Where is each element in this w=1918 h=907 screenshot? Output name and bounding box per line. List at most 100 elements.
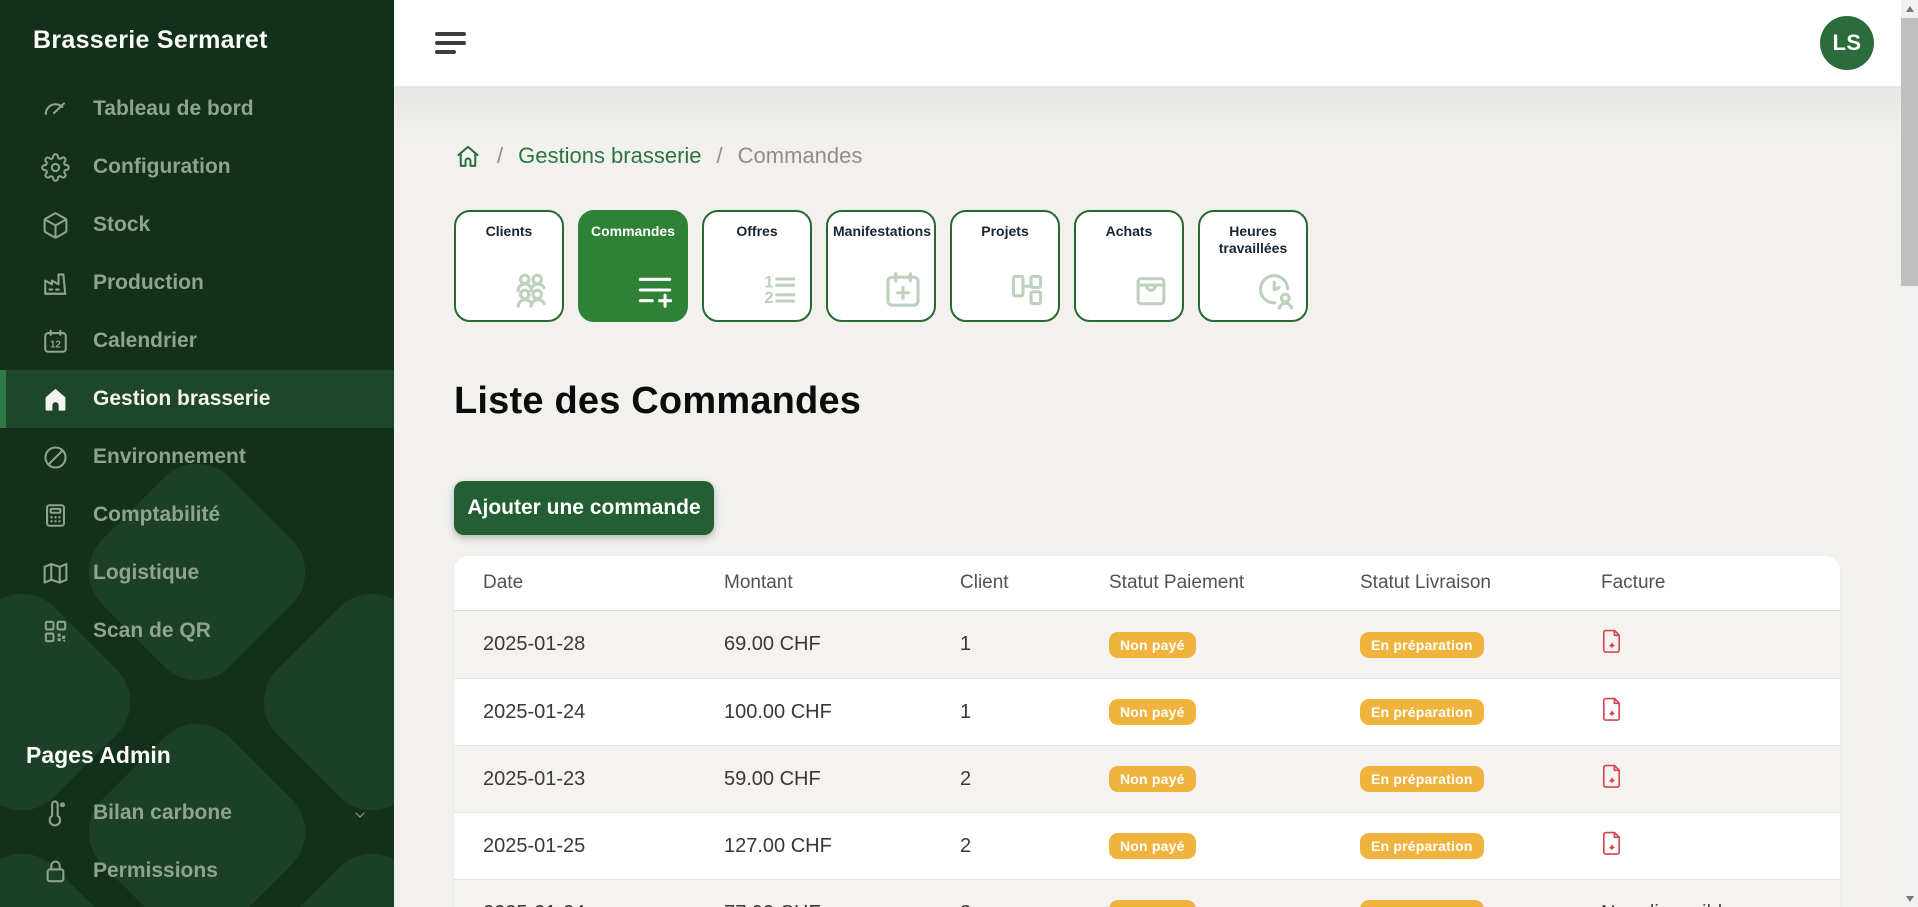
order-row: 2025-01-25127.00 CHF2Non payéEn préparat…	[454, 812, 1840, 879]
order-payment-cell: Non payé	[1080, 699, 1331, 725]
payment-status-badge: Non payé	[1109, 900, 1196, 907]
sidebar-item-gestion-brasserie[interactable]: Gestion brasserie	[0, 370, 394, 428]
breadcrumb-current: Commandes	[738, 143, 863, 169]
tab-label: Offres	[704, 223, 810, 240]
svg-text:2: 2	[764, 289, 773, 307]
sidebar: Brasserie Sermaret Tableau de bordConfig…	[0, 0, 394, 907]
order-date-cell: 2025-01-28	[454, 633, 695, 656]
sidebar-item-logistique[interactable]: Logistique	[0, 544, 394, 602]
sidebar-item-tableau-de-bord[interactable]: Tableau de bord	[0, 80, 394, 138]
sidebar-item-label: Scan de QR	[93, 619, 211, 643]
home-filled-icon	[41, 385, 70, 414]
sidebar-item-calendrier[interactable]: 12 Calendrier	[0, 312, 394, 370]
sidebar-item-comptabilite[interactable]: Comptabilité	[0, 486, 394, 544]
order-date-cell: 2025-01-25	[454, 835, 695, 858]
avatar[interactable]: LS	[1820, 16, 1874, 70]
brand-title: Brasserie Sermaret	[0, 0, 394, 55]
admin-section-label: Pages Admin	[0, 726, 394, 784]
main-area: LS / Gestions brasserie / Commandes Clie…	[394, 0, 1918, 907]
tab-label: Manifestations	[828, 223, 934, 240]
tab-projets[interactable]: Projets	[950, 210, 1060, 322]
sidebar-item-label: Stock	[93, 213, 150, 237]
header-date: Date	[454, 572, 695, 594]
header-statut-livraison: Statut Livraison	[1331, 572, 1572, 594]
order-invoice-cell: Non disponible	[1572, 902, 1840, 907]
delivery-status-badge: En préparation	[1360, 766, 1484, 792]
sidebar-item-label: Calendrier	[93, 329, 197, 353]
sidebar-item-configuration[interactable]: Configuration	[0, 138, 394, 196]
payment-status-badge: Non payé	[1109, 766, 1196, 792]
sidebar-item-bilan-carbone[interactable]: Bilan carbone	[0, 784, 394, 842]
order-invoice-cell	[1572, 629, 1840, 660]
order-date-cell: 2025-01-24	[454, 902, 695, 907]
header-montant: Montant	[695, 572, 931, 594]
content-area: / Gestions brasserie / Commandes Clients…	[394, 86, 1918, 907]
qr-icon	[41, 617, 70, 646]
scroll-down-button[interactable]	[1901, 890, 1918, 907]
orders-table-header: Date Montant Client Statut Paiement Stat…	[454, 556, 1840, 611]
scroll-up-button[interactable]	[1901, 0, 1918, 17]
tab-clients[interactable]: Clients	[454, 210, 564, 322]
add-order-button[interactable]: Ajouter une commande	[454, 481, 714, 535]
sidebar-item-label: Permissions	[93, 859, 218, 883]
svg-text:12: 12	[50, 339, 61, 350]
delivery-status-badge: En préparation	[1360, 900, 1484, 907]
section-tabs: Clients CommandesOffres12 Manifestations Pr…	[454, 210, 1918, 322]
tab-achats[interactable]: Achats	[1074, 210, 1184, 322]
invoice-unavailable-text: Non disponible	[1601, 902, 1733, 907]
sidebar-item-label: Bilan carbone	[93, 801, 232, 825]
sidebar-item-label: Production	[93, 271, 204, 295]
pdf-file-icon[interactable]	[1601, 697, 1622, 722]
payment-status-badge: Non payé	[1109, 632, 1196, 658]
sidebar-item-label: Environnement	[93, 445, 246, 469]
orders-table-body: 2025-01-2869.00 CHF1 Non payé En préparati…	[454, 611, 1840, 907]
scrollbar-thumb[interactable]	[1901, 18, 1918, 286]
sidebar-item-scan-de-qr[interactable]: Scan de QR	[0, 602, 394, 660]
sidebar-item-production[interactable]: Production	[0, 254, 394, 312]
tab-label: Clients	[456, 223, 562, 240]
tab-offres[interactable]: Offres12	[702, 210, 812, 322]
app-window: Brasserie Sermaret Tableau de bordConfig…	[0, 0, 1918, 907]
breadcrumb: / Gestions brasserie / Commandes	[454, 142, 1918, 170]
order-amount-cell: 69.00 CHF	[695, 633, 931, 656]
order-row: 2025-01-2359.00 CHF2Non payéEn préparati…	[454, 745, 1840, 812]
gauge-icon	[41, 95, 70, 124]
home-icon[interactable]	[454, 142, 482, 170]
order-date-cell: 2025-01-24	[454, 701, 695, 724]
tab-manifestations[interactable]: Manifestations	[826, 210, 936, 322]
vertical-scrollbar[interactable]	[1901, 0, 1918, 907]
topbar: LS	[394, 0, 1918, 86]
tab-commandes[interactable]: Commandes	[578, 210, 688, 322]
chevron-down-icon[interactable]	[352, 805, 368, 821]
sidebar-item-label: Logistique	[93, 561, 199, 585]
breadcrumb-link-gestions-brasserie[interactable]: Gestions brasserie	[518, 143, 701, 169]
order-invoice-cell	[1572, 831, 1840, 862]
sidebar-item-permissions[interactable]: Permissions	[0, 842, 394, 900]
order-date-cell: 2025-01-23	[454, 768, 695, 791]
breadcrumb-separator: /	[717, 143, 723, 169]
pdf-file-icon[interactable]	[1601, 629, 1622, 654]
breadcrumb-separator: /	[497, 143, 503, 169]
order-payment-cell: Non payé	[1080, 632, 1331, 658]
order-client-cell: 1	[931, 633, 1080, 656]
order-delivery-cell: En préparation	[1331, 632, 1572, 658]
pdf-file-icon[interactable]	[1601, 764, 1622, 789]
sidebar-item-stock[interactable]: Stock	[0, 196, 394, 254]
pdf-file-icon[interactable]	[1601, 831, 1622, 856]
order-amount-cell: 127.00 CHF	[695, 835, 931, 858]
order-delivery-cell: En préparation	[1331, 766, 1572, 792]
calendar12-icon: 12	[41, 327, 70, 356]
sidebar-item-environnement[interactable]: Environnement	[0, 428, 394, 486]
payment-status-badge: Non payé	[1109, 699, 1196, 725]
leaf-icon	[41, 443, 70, 472]
order-payment-cell: Non payé	[1080, 900, 1331, 907]
hamburger-menu-icon[interactable]	[435, 32, 466, 54]
order-amount-cell: 100.00 CHF	[695, 701, 931, 724]
order-client-cell: 2	[931, 835, 1080, 858]
delivery-status-badge: En préparation	[1360, 699, 1484, 725]
admin-section: Pages Admin Bilan carbone Permissions	[0, 726, 394, 900]
delivery-status-badge: En préparation	[1360, 632, 1484, 658]
tab-label: Achats	[1076, 223, 1182, 240]
tab-heures-travaillees[interactable]: Heures travaillées	[1198, 210, 1308, 322]
sidebar-item-label: Comptabilité	[93, 503, 220, 527]
